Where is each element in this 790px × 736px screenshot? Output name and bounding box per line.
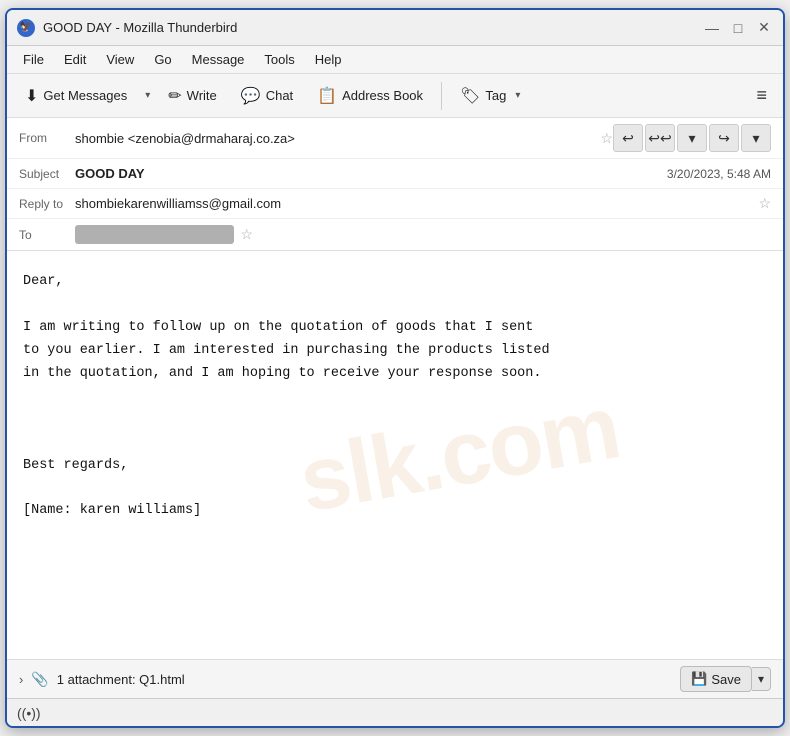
email-header: From shombie <zenobia@drmaharaj.co.za> ☆…	[7, 118, 783, 251]
reply-dropdown-button[interactable]: ▾	[677, 124, 707, 152]
to-label: To	[19, 228, 75, 242]
main-window: 🦅 GOOD DAY - Mozilla Thunderbird — □ ✕ F…	[5, 8, 785, 728]
menu-view[interactable]: View	[98, 49, 142, 70]
wifi-icon: ((•))	[17, 705, 41, 721]
window-title: GOOD DAY - Mozilla Thunderbird	[43, 20, 237, 35]
app-icon: 🦅	[17, 19, 35, 37]
menu-tools[interactable]: Tools	[256, 49, 302, 70]
menu-edit[interactable]: Edit	[56, 49, 94, 70]
maximize-button[interactable]: □	[729, 19, 747, 37]
reply-button[interactable]: ↩	[613, 124, 643, 152]
close-button[interactable]: ✕	[755, 19, 773, 37]
from-star-icon[interactable]: ☆	[600, 130, 613, 147]
window-controls: — □ ✕	[703, 19, 773, 37]
status-bar: ((•))	[7, 698, 783, 726]
from-value: shombie <zenobia@drmaharaj.co.za>	[75, 131, 594, 146]
to-value-blurred: ████████████████	[75, 225, 234, 244]
save-icon: 💾	[691, 671, 707, 687]
chat-label: Chat	[266, 88, 293, 103]
title-bar: 🦅 GOOD DAY - Mozilla Thunderbird — □ ✕	[7, 10, 783, 46]
get-messages-dropdown[interactable]: ▾	[141, 85, 154, 106]
write-icon: ✏	[168, 86, 181, 106]
title-bar-left: 🦅 GOOD DAY - Mozilla Thunderbird	[17, 19, 237, 37]
body-line-11: [Name: karen williams]	[23, 500, 767, 523]
get-messages-label: Get Messages	[43, 88, 127, 103]
get-messages-button[interactable]: ⬇ Get Messages	[15, 81, 137, 111]
reply-to-star-icon[interactable]: ☆	[758, 195, 771, 212]
attachment-text: 1 attachment: Q1.html	[57, 672, 672, 687]
write-label: Write	[187, 88, 217, 103]
menu-help[interactable]: Help	[307, 49, 350, 70]
minimize-button[interactable]: —	[703, 19, 721, 37]
save-button[interactable]: 💾 Save	[680, 666, 752, 692]
toolbar: ⬇ Get Messages ▾ ✏ Write 💬 Chat 📋 Addres…	[7, 74, 783, 118]
body-line-5: in the quotation, and I am hoping to rec…	[23, 363, 767, 386]
address-book-button[interactable]: 📋 Address Book	[307, 81, 433, 111]
reply-all-button[interactable]: ↩↩	[645, 124, 675, 152]
get-messages-icon: ⬇	[25, 86, 38, 106]
subject-row: Subject GOOD DAY 3/20/2023, 5:48 AM	[7, 159, 783, 189]
subject-value: GOOD DAY	[75, 166, 667, 181]
attachment-bar: › 📎 1 attachment: Q1.html 💾 Save ▾	[7, 659, 783, 698]
body-line-9: Best regards,	[23, 455, 767, 478]
subject-label: Subject	[19, 167, 75, 181]
menu-file[interactable]: File	[15, 49, 52, 70]
attachment-clip-icon: 📎	[31, 671, 48, 688]
save-button-group: 💾 Save ▾	[680, 666, 771, 692]
chat-icon: 💬	[241, 86, 261, 106]
hamburger-menu-button[interactable]: ≡	[748, 81, 775, 110]
menu-go[interactable]: Go	[146, 49, 179, 70]
toolbar-separator	[441, 82, 442, 110]
save-label: Save	[711, 672, 741, 687]
reply-to-value: shombiekarenwilliamss@gmail.com	[75, 196, 752, 211]
body-line-1: Dear,	[23, 271, 767, 294]
tag-label: Tag	[485, 88, 506, 103]
chat-button[interactable]: 💬 Chat	[231, 81, 303, 111]
body-line-4: to you earlier. I am interested in purch…	[23, 340, 767, 363]
address-book-label: Address Book	[342, 88, 423, 103]
action-buttons: ↩ ↩↩ ▾ ↪ ▾	[613, 124, 771, 152]
write-button[interactable]: ✏ Write	[158, 81, 227, 111]
forward-button[interactable]: ↪	[709, 124, 739, 152]
from-label: From	[19, 131, 75, 145]
save-dropdown-button[interactable]: ▾	[752, 667, 771, 691]
attachment-expand-arrow[interactable]: ›	[19, 672, 23, 687]
tag-dropdown-icon: ▾	[511, 85, 524, 106]
email-date: 3/20/2023, 5:48 AM	[667, 167, 771, 181]
menu-bar: File Edit View Go Message Tools Help	[7, 46, 783, 74]
reply-to-row: Reply to shombiekarenwilliamss@gmail.com…	[7, 189, 783, 219]
forward-dropdown-button[interactable]: ▾	[741, 124, 771, 152]
reply-to-label: Reply to	[19, 197, 75, 211]
email-body: slk.com Dear, I am writing to follow up …	[7, 251, 783, 659]
address-book-icon: 📋	[317, 86, 337, 106]
to-row: To ████████████████ ☆	[7, 219, 783, 250]
to-star-icon[interactable]: ☆	[240, 226, 253, 243]
from-row: From shombie <zenobia@drmaharaj.co.za> ☆…	[7, 118, 783, 159]
tag-icon: 🏷	[460, 86, 480, 106]
tag-button[interactable]: 🏷 Tag ▾	[450, 80, 534, 111]
body-line-3: I am writing to follow up on the quotati…	[23, 317, 767, 340]
menu-message[interactable]: Message	[184, 49, 253, 70]
